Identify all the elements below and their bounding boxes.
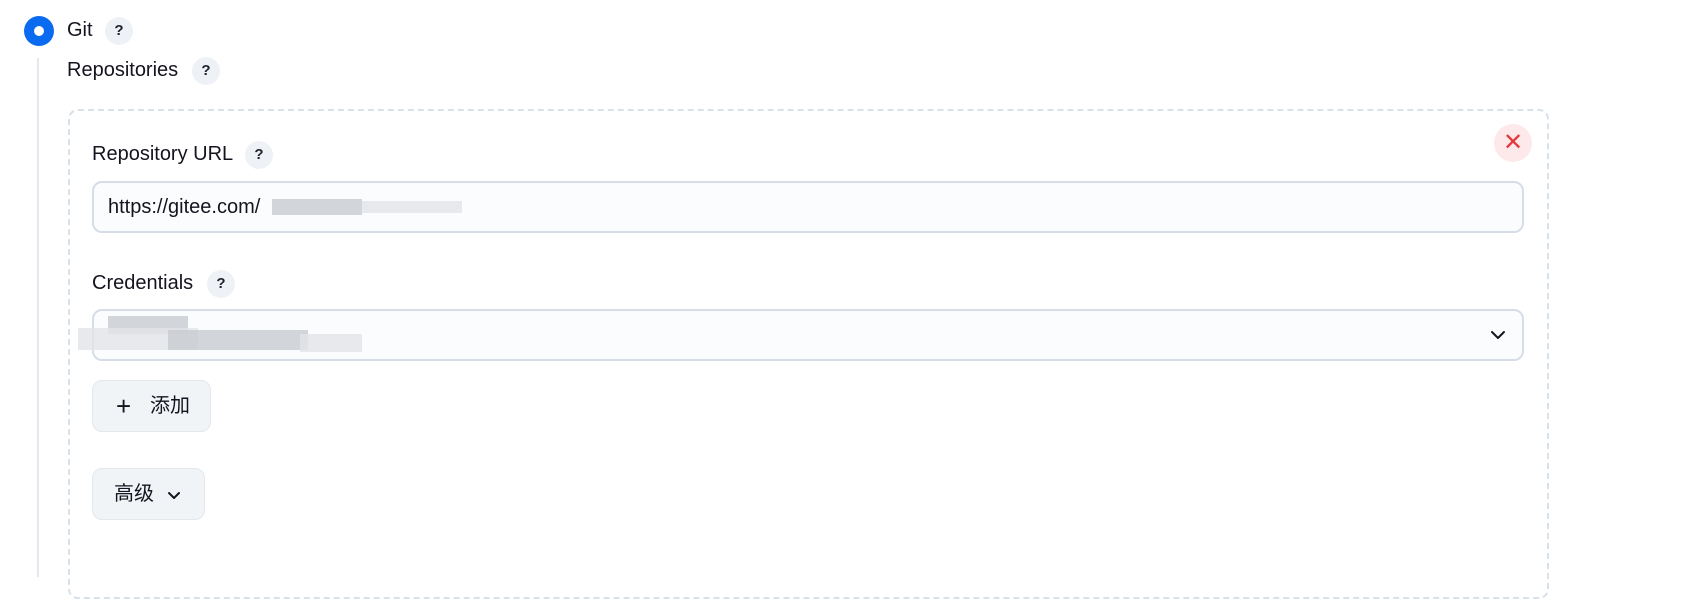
plus-icon: + — [116, 391, 132, 421]
add-button-label: 添加 — [150, 395, 190, 417]
advanced-button[interactable]: 高级 — [92, 468, 205, 520]
chevron-down-icon — [168, 492, 180, 499]
add-credentials-button[interactable]: + 添加 — [92, 380, 211, 432]
chevron-down-icon — [1491, 331, 1505, 339]
radio-selected-icon — [34, 26, 44, 36]
credentials-help-icon[interactable]: ? — [207, 270, 235, 298]
advanced-button-label: 高级 — [114, 483, 154, 505]
redacted-url-part — [362, 201, 462, 213]
git-help-icon[interactable]: ? — [105, 17, 133, 45]
repositories-help-icon[interactable]: ? — [192, 57, 220, 85]
remove-repository-button[interactable]: ✕ — [1494, 124, 1532, 162]
git-radio[interactable] — [24, 16, 54, 46]
git-option-label: Git — [67, 19, 93, 41]
repository-url-help-icon[interactable]: ? — [245, 141, 273, 169]
repository-url-label: Repository URL — [92, 143, 234, 165]
redacted-credential — [168, 330, 308, 350]
repository-url-input[interactable]: https://gitee.com/ — [92, 181, 1524, 233]
redacted-credential — [300, 334, 362, 352]
credentials-label: Credentials — [92, 272, 194, 294]
close-icon: ✕ — [1502, 129, 1524, 156]
repository-url-value: https://gitee.com/ — [108, 196, 261, 218]
section-divider-line — [37, 58, 39, 577]
redacted-url-part — [272, 199, 362, 215]
repositories-label: Repositories — [67, 59, 179, 81]
